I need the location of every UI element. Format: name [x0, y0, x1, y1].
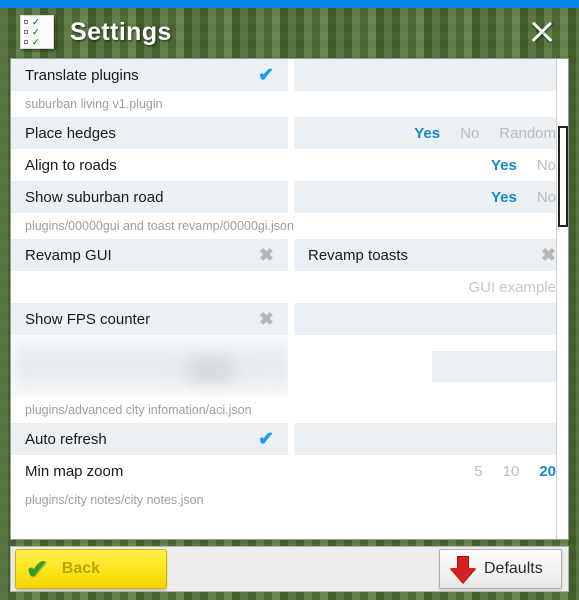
settings-row: Show FPS counter ✖ [11, 303, 568, 335]
setting-cell-left[interactable]: Place hedges [11, 117, 288, 149]
setting-cell-left[interactable]: Align to roads [11, 149, 288, 181]
option-yes[interactable]: Yes [414, 125, 440, 142]
setting-cell-left[interactable]: Show suburban road [11, 181, 288, 213]
settings-row: Auto refresh ✔ [11, 423, 568, 455]
redacted-region [11, 335, 568, 397]
settings-row: Translate plugins ✔ [11, 59, 568, 91]
option-5[interactable]: 5 [474, 463, 482, 480]
title-bar: ✓ ✓ ✓ Settings [0, 8, 579, 56]
checkmark-icon[interactable]: ✔ [258, 430, 274, 449]
setting-label: Show FPS counter [25, 310, 151, 328]
settings-list: Translate plugins ✔ suburban living v1.plu… [11, 59, 568, 539]
window-top-accent-strip [0, 0, 579, 8]
xmark-icon[interactable]: ✖ [259, 246, 274, 264]
option-yes[interactable]: Yes [491, 189, 517, 206]
hint-label: GUI example [468, 278, 556, 296]
option-20[interactable]: 20 [539, 463, 556, 480]
setting-cell-right[interactable]: Yes No [294, 181, 568, 213]
back-button-label: Back [61, 560, 101, 577]
setting-cell-right [294, 59, 568, 91]
xmark-icon[interactable]: ✖ [259, 310, 274, 328]
green-check-icon: ✔ [26, 554, 48, 584]
option-10[interactable]: 10 [503, 463, 520, 480]
redacted-left-cell [11, 335, 288, 397]
setting-cell-left [11, 271, 288, 303]
settings-list-panel: Translate plugins ✔ suburban living v1.plu… [10, 58, 569, 540]
option-group: Yes No [491, 189, 556, 206]
plugin-path-label: plugins/advanced city infomation/aci.jso… [11, 397, 568, 423]
settings-row: Place hedges Yes No Random [11, 117, 568, 149]
setting-cell-right[interactable]: 5 10 20 [294, 455, 568, 487]
plugin-path-label: plugins/00000gui and toast revamp/00000g… [11, 213, 568, 239]
settings-scrollbar[interactable] [556, 59, 568, 539]
setting-cell-left[interactable]: Min map zoom [11, 455, 288, 487]
setting-cell-right[interactable]: Yes No [294, 149, 568, 181]
option-random[interactable]: Random [499, 125, 556, 142]
setting-cell-right [294, 423, 568, 455]
plugin-path-label: suburban living v1.plugin [11, 91, 568, 117]
setting-cell-left[interactable]: Translate plugins ✔ [11, 59, 288, 91]
setting-label: Auto refresh [25, 430, 107, 448]
option-group: 5 10 20 [474, 463, 556, 480]
setting-cell-left[interactable]: Show FPS counter ✖ [11, 303, 288, 335]
option-no[interactable]: No [537, 189, 556, 206]
red-down-arrow-icon [450, 555, 476, 583]
option-group: Yes No [491, 157, 556, 174]
scrollbar-thumb[interactable] [558, 126, 568, 227]
settings-row: Min map zoom 5 10 20 [11, 455, 568, 487]
setting-label: Revamp toasts [308, 246, 409, 264]
plugin-path-label: plugins/city notes/city notes.json [11, 487, 568, 513]
xmark-icon[interactable]: ✖ [541, 246, 556, 264]
setting-cell-right: GUI example [294, 271, 568, 303]
setting-cell-left[interactable]: Revamp GUI ✖ [11, 239, 288, 271]
settings-row: GUI example [11, 271, 568, 303]
option-no[interactable]: No [460, 125, 479, 142]
setting-cell-left[interactable]: Auto refresh ✔ [11, 423, 288, 455]
setting-label: Revamp GUI [25, 246, 112, 264]
setting-label: Min map zoom [25, 462, 124, 480]
checkmark-icon[interactable]: ✔ [258, 66, 274, 85]
footer-bar: ✔ Back Defaults [10, 546, 569, 592]
setting-label: Place hedges [25, 124, 116, 142]
option-no[interactable]: No [537, 157, 556, 174]
defaults-button-label: Defaults [484, 560, 543, 577]
settings-row: Align to roads Yes No [11, 149, 568, 181]
setting-cell-right[interactable]: Yes No Random [294, 117, 568, 149]
setting-label: Align to roads [25, 156, 117, 174]
setting-label: Show suburban road [25, 188, 164, 206]
defaults-button[interactable]: Defaults [439, 549, 562, 589]
close-icon[interactable] [527, 17, 557, 47]
setting-label: Translate plugins [25, 66, 139, 84]
option-yes[interactable]: Yes [491, 157, 517, 174]
back-button[interactable]: ✔ Back [15, 549, 167, 589]
page-title: Settings [70, 17, 172, 46]
setting-cell-right [294, 303, 568, 335]
settings-row: Revamp GUI ✖ Revamp toasts ✖ [11, 239, 568, 271]
option-group: Yes No Random [414, 125, 556, 142]
settings-window: ✓ ✓ ✓ Settings Translate plugins ✔ suburba… [0, 0, 579, 600]
blur-overlay [11, 335, 288, 397]
setting-cell-right[interactable]: Revamp toasts ✖ [294, 239, 568, 271]
settings-row: Show suburban road Yes No [11, 181, 568, 213]
checklist-icon: ✓ ✓ ✓ [20, 15, 54, 49]
redacted-right-cell [294, 335, 568, 397]
